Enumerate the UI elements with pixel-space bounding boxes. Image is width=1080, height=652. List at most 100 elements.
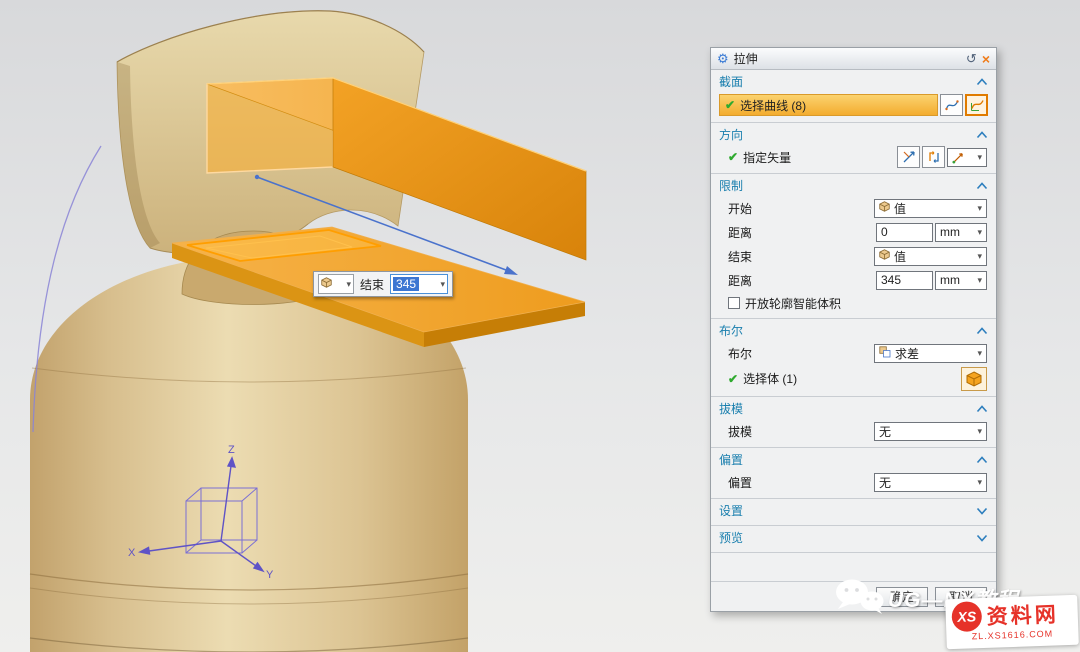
select-body-button[interactable] — [961, 367, 987, 391]
end-distance-input[interactable]: 345 — [876, 271, 933, 290]
end-label: 结束 — [728, 248, 752, 265]
end-limit-value: 值 — [894, 248, 906, 265]
offset-dropdown[interactable]: 无 ▾ — [874, 473, 987, 492]
curve-rule-button[interactable] — [940, 94, 963, 116]
end-distance-input[interactable]: 345 ▾ — [390, 274, 448, 294]
chevron-down-icon: ▾ — [977, 478, 982, 487]
sketch-section-button[interactable] — [965, 94, 988, 116]
section-header[interactable]: 截面 — [711, 71, 996, 92]
offset-label: 偏置 — [728, 474, 752, 491]
preview-header[interactable]: 预览 — [711, 527, 996, 548]
cube-icon — [879, 249, 890, 263]
chevron-down-icon: ▾ — [977, 252, 982, 261]
logo-xs-badge: XS — [951, 601, 982, 632]
open-profile-label: 开放轮廓智能体积 — [745, 295, 841, 312]
axis-label-z: Z — [228, 444, 235, 456]
start-distance-row: 距离 0 mm ▾ — [711, 220, 996, 244]
end-distance-value: 345 — [881, 273, 901, 287]
check-icon: ✔ — [728, 150, 738, 164]
end-unit-value: mm — [940, 273, 960, 287]
start-distance-label: 距离 — [728, 224, 752, 241]
preview-title: 预览 — [719, 529, 743, 546]
chevron-up-icon[interactable] — [976, 327, 988, 335]
section-title: 截面 — [719, 73, 743, 90]
select-body-row: ✔ 选择体 (1) — [711, 365, 996, 392]
specify-vector-row: ✔ 指定矢量 ▾ — [711, 145, 996, 169]
watermark-logo: XS 资料网 ZL.XS1616.COM — [945, 595, 1079, 650]
inferred-vector-button[interactable] — [897, 146, 920, 168]
limits-header[interactable]: 限制 — [711, 175, 996, 196]
wechat-icon — [834, 578, 886, 623]
draft-row: 拔模 无 ▾ — [711, 419, 996, 443]
chevron-down-icon: ▾ — [440, 280, 445, 289]
start-distance-input[interactable]: 0 — [876, 223, 933, 242]
end-distance-label: 结束 — [358, 276, 386, 293]
select-curve-row: ✔ 选择曲线 (8) — [711, 92, 996, 118]
end-distance-value: 345 — [393, 277, 419, 291]
solid-body-icon — [966, 371, 982, 387]
group-settings: 设置 — [711, 499, 996, 526]
open-profile-checkbox[interactable] — [728, 297, 740, 309]
group-boolean: 布尔 布尔 求差 ▾ ✔ 选择体 (1) — [711, 319, 996, 397]
open-profile-row: 开放轮廓智能体积 — [711, 292, 996, 314]
close-icon[interactable]: × — [982, 51, 990, 67]
dialog-titlebar[interactable]: ⚙ 拉伸 ↺ × — [711, 48, 996, 70]
start-limit-dropdown[interactable]: 值 ▾ — [874, 199, 987, 218]
boolean-dropdown[interactable]: 求差 ▾ — [874, 344, 987, 363]
select-curve-label: 选择曲线 (8) — [740, 97, 806, 114]
vector-icon — [952, 151, 965, 164]
group-draft: 拔模 拔模 无 ▾ — [711, 397, 996, 448]
check-icon: ✔ — [728, 372, 738, 386]
chevron-up-icon[interactable] — [976, 182, 988, 190]
chevron-down-icon: ▾ — [977, 204, 982, 213]
boolean-value: 求差 — [895, 345, 919, 362]
offset-header[interactable]: 偏置 — [711, 449, 996, 470]
vector-type-dropdown[interactable]: ▾ — [947, 148, 987, 167]
end-limit-dropdown[interactable]: 值 ▾ — [874, 247, 987, 266]
group-direction: 方向 ✔ 指定矢量 ▾ — [711, 123, 996, 174]
draft-dropdown[interactable]: 无 ▾ — [874, 422, 987, 441]
chevron-down-icon: ▾ — [977, 349, 982, 358]
start-distance-value: 0 — [881, 225, 888, 239]
start-unit-value: mm — [940, 225, 960, 239]
chevron-down-icon[interactable] — [976, 534, 988, 542]
boolean-title: 布尔 — [719, 322, 743, 339]
boolean-label: 布尔 — [728, 345, 752, 362]
group-section: 截面 ✔ 选择曲线 (8) — [711, 70, 996, 123]
dialog-title: 拉伸 — [734, 50, 758, 67]
select-body-label: 选择体 (1) — [743, 370, 797, 387]
start-unit-dropdown[interactable]: mm ▾ — [935, 223, 987, 242]
reverse-direction-button[interactable] — [922, 146, 945, 168]
logo-name: 资料网 — [986, 598, 1059, 630]
extrude-dialog: ⚙ 拉伸 ↺ × 截面 ✔ 选择曲线 (8) — [710, 47, 997, 612]
group-offset: 偏置 偏置 无 ▾ — [711, 448, 996, 499]
gear-icon: ⚙ — [717, 52, 729, 65]
draft-value: 无 — [879, 423, 891, 440]
reset-icon[interactable]: ↺ — [966, 51, 977, 67]
specify-vector-label: 指定矢量 — [743, 149, 791, 166]
end-distance-label: 距离 — [728, 272, 752, 289]
chevron-down-icon[interactable] — [976, 507, 988, 515]
chevron-up-icon[interactable] — [976, 131, 988, 139]
start-limit-value: 值 — [894, 200, 906, 217]
end-distance-row: 距离 345 mm ▾ — [711, 268, 996, 292]
axis-label-x: X — [128, 547, 136, 559]
boolean-header[interactable]: 布尔 — [711, 320, 996, 341]
offset-row: 偏置 无 ▾ — [711, 470, 996, 494]
direction-header[interactable]: 方向 — [711, 124, 996, 145]
cube-icon — [321, 275, 332, 293]
chevron-up-icon[interactable] — [976, 405, 988, 413]
chevron-down-icon: ▾ — [977, 276, 982, 285]
draft-header[interactable]: 拔模 — [711, 398, 996, 419]
draft-title: 拔模 — [719, 400, 743, 417]
axis-label-y: Y — [266, 569, 274, 581]
chevron-up-icon[interactable] — [976, 456, 988, 464]
limits-title: 限制 — [719, 177, 743, 194]
chevron-up-icon[interactable] — [976, 78, 988, 86]
end-unit-dropdown[interactable]: mm ▾ — [935, 271, 987, 290]
settings-header[interactable]: 设置 — [711, 500, 996, 521]
distance-mode-dropdown[interactable]: ▾ — [318, 274, 354, 294]
select-curve-field[interactable]: ✔ 选择曲线 (8) — [719, 94, 938, 116]
offset-value: 无 — [879, 474, 891, 491]
chevron-down-icon: ▾ — [977, 228, 982, 237]
